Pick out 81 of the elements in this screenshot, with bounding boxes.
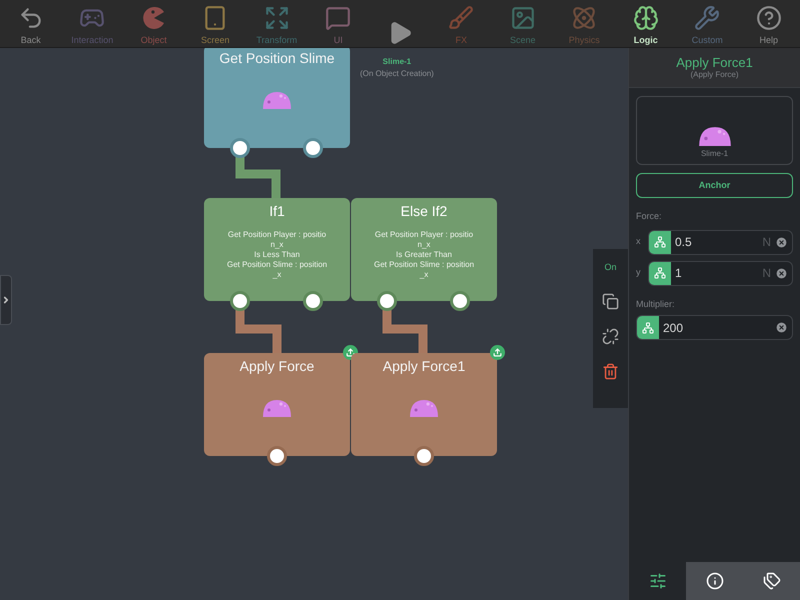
clear-icon[interactable]	[775, 236, 788, 248]
toolbar-label: UI	[334, 34, 343, 46]
force-label: Force:	[636, 210, 663, 223]
node-title: If1	[269, 202, 285, 220]
axis-label: y	[636, 266, 642, 280]
getter-node[interactable]: Get Position Slime	[204, 48, 350, 148]
connection-port[interactable]	[267, 446, 287, 466]
toolbar-button[interactable]: Screen	[184, 0, 246, 48]
preview-label: Slime-1	[700, 148, 728, 160]
connector-line	[382, 308, 428, 353]
multiplier-label: Multiplier:	[636, 298, 676, 311]
chevron-right-icon	[1, 295, 11, 305]
upload-badge[interactable]	[490, 345, 505, 360]
toolbar-label: Physics	[568, 34, 600, 46]
inspector-title: Apply Force1	[676, 55, 753, 70]
node-title: Get Position Slime	[219, 49, 335, 67]
trash-icon[interactable]	[602, 362, 619, 380]
connection-port[interactable]	[450, 291, 470, 311]
on-toggle[interactable]: On	[604, 261, 616, 274]
hierarchy-icon	[654, 236, 666, 248]
toolbar-label: Custom	[692, 34, 723, 46]
unlink-icon[interactable]	[602, 328, 619, 344]
condition-node[interactable]: Else If2 Get Position Player : positio n_x Is Greater Than Get Position Slime : position _x	[351, 198, 497, 301]
anchor-button[interactable]: Anchor	[636, 173, 793, 198]
toolbar-button[interactable]: Physics	[554, 0, 615, 48]
connection-port[interactable]	[303, 138, 323, 158]
field-value: 0.5	[675, 234, 693, 251]
panel-tab[interactable]	[743, 562, 800, 600]
action-node[interactable]: Apply Force	[204, 353, 350, 456]
node-title: Else If2	[400, 202, 448, 220]
toolbar-button[interactable]: Help	[738, 0, 800, 48]
connection-port[interactable]	[377, 291, 397, 311]
toolbar-label: Back	[20, 34, 41, 46]
toolbar-button[interactable]: Back	[0, 0, 62, 48]
toolbar-button[interactable]: FX	[430, 0, 492, 48]
connection-port[interactable]	[230, 138, 250, 158]
toolbar-button[interactable]: Object	[123, 0, 184, 48]
toolbar-label: Logic	[634, 34, 658, 46]
info-icon	[706, 572, 724, 590]
toolbar-label: Scene	[510, 34, 536, 46]
condition-text: Get Position Player : positio n_x Is Greater Than Get Position Slime : position _x	[374, 230, 474, 280]
inspector-subtitle: (Apply Force)	[690, 70, 738, 80]
tags-icon	[762, 572, 780, 590]
object-name: Slime-1	[382, 56, 412, 68]
connection-port[interactable]	[414, 446, 434, 466]
toolbar-button[interactable]: Scene	[492, 0, 554, 48]
field-value: 200	[663, 320, 684, 336]
toolbar-label: Help	[759, 34, 778, 46]
connector-line	[235, 308, 282, 353]
toolbar-label: Screen	[200, 34, 230, 46]
condition-text: Get Position Player : positio n_x Is Less Than Get Position Slime : position _x	[226, 230, 328, 280]
node-title: Apply Force	[240, 357, 314, 375]
toolbar-button[interactable]: Transform	[246, 0, 308, 48]
event-label: (On Object Creation)	[360, 68, 434, 80]
number-field[interactable]: 200	[636, 315, 793, 340]
toolbar-label: Transform	[256, 34, 298, 46]
node-title: Apply Force1	[382, 357, 466, 375]
copy-icon[interactable]	[602, 292, 619, 310]
slime-icon	[698, 126, 732, 146]
panel-tab[interactable]	[686, 562, 743, 600]
sliders-icon	[648, 572, 666, 590]
condition-node[interactable]: If1 Get Position Player : positio n_x Is Less Than Get Position Slime : position _x	[204, 198, 350, 301]
axis-label: x	[636, 235, 642, 248]
toolbar-label: Interaction	[71, 34, 114, 46]
toolbar-button[interactable]: UI	[308, 0, 369, 48]
toolbar-label: Object	[140, 34, 167, 46]
toolbar-label: FX	[455, 34, 467, 46]
hierarchy-icon	[642, 322, 654, 334]
clear-icon[interactable]	[775, 266, 788, 280]
toolbar-button[interactable]: Custom	[676, 0, 738, 48]
upload-icon	[346, 348, 355, 357]
upload-icon	[493, 348, 502, 357]
action-node[interactable]: Apply Force1	[351, 353, 497, 456]
connection-port[interactable]	[303, 291, 323, 311]
hierarchy-icon	[654, 267, 666, 279]
connection-port[interactable]	[230, 291, 250, 311]
field-value: 1	[675, 265, 683, 282]
toolbar-button[interactable]: Interaction	[62, 0, 123, 48]
toolbar-button[interactable]: Logic	[615, 0, 676, 48]
clear-icon[interactable]	[775, 321, 788, 334]
drawer-handle[interactable]	[0, 275, 12, 325]
